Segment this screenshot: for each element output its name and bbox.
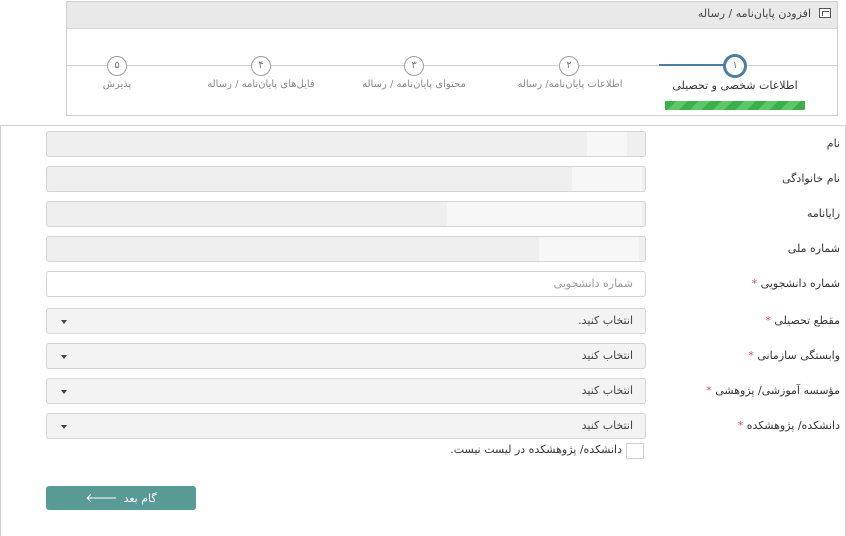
step-label-4[interactable]: فایل‌های پایان‌نامه / رساله <box>207 79 314 90</box>
faculty-label: دانشکده/ پژوهشکده * <box>737 419 840 432</box>
first-name-label: نام <box>826 137 840 150</box>
step-label-3[interactable]: محتوای پایان‌نامه / رساله <box>362 79 466 90</box>
row-first-name: نام <box>0 131 846 157</box>
degree-label: مقطع تحصیلی * <box>765 314 840 327</box>
field-highlight <box>447 202 642 226</box>
step-circle-3[interactable]: ۳ <box>404 56 424 76</box>
last-name-field[interactable] <box>46 166 646 192</box>
window-icon <box>819 8 831 18</box>
student-number-label: شماره دانشجویی * <box>751 277 840 290</box>
required-mark: * <box>765 314 771 327</box>
next-step-button[interactable]: گام بعد 🡐 <box>46 486 196 510</box>
step-circle-5[interactable]: ۵ <box>107 56 127 76</box>
institute-select-value: انتخاب کنید <box>581 384 633 397</box>
student-number-input[interactable]: شماره دانشجویی <box>46 271 646 297</box>
first-name-field[interactable] <box>46 131 646 157</box>
email-field[interactable] <box>46 201 646 227</box>
wizard-title: افزودن پایان‌نامه / رساله <box>697 7 811 20</box>
row-email: رایانامه <box>0 201 846 227</box>
progress-bar <box>665 101 805 110</box>
next-step-label: گام بعد <box>123 492 157 505</box>
faculty-select-value: انتخاب کنید <box>581 419 633 432</box>
faculty-not-listed-checkbox[interactable] <box>626 443 644 459</box>
affiliation-select[interactable]: انتخاب کنید <box>46 343 646 369</box>
required-mark: * <box>748 349 754 362</box>
step-circle-2[interactable]: ۲ <box>559 56 579 76</box>
faculty-not-listed-label[interactable]: دانشکده/ پژوهشکده در لیست نیست. <box>450 443 622 456</box>
row-faculty: انتخاب کنید دانشکده/ پژوهشکده * <box>0 413 846 439</box>
chevron-down-icon <box>61 425 67 429</box>
email-label: رایانامه <box>807 207 840 220</box>
field-highlight <box>539 237 639 261</box>
required-mark: * <box>706 384 712 397</box>
chevron-down-icon <box>61 390 67 394</box>
row-student-number: شماره دانشجویی شماره دانشجویی * <box>0 271 846 297</box>
step-circle-4[interactable]: ۴ <box>251 56 271 76</box>
degree-select-value: انتخاب کنید. <box>578 314 633 327</box>
step-label-5[interactable]: پذیرش <box>103 79 132 90</box>
required-mark: * <box>737 419 744 432</box>
degree-select[interactable]: انتخاب کنید. <box>46 308 646 334</box>
arrow-left-icon: 🡐 <box>85 491 118 505</box>
last-name-label: نام خانوادگی <box>782 172 840 185</box>
wizard-header: افزودن پایان‌نامه / رساله <box>67 2 837 29</box>
student-number-placeholder: شماره دانشجویی <box>553 277 633 290</box>
field-highlight <box>587 132 627 156</box>
required-mark: * <box>751 277 758 290</box>
step-label-1[interactable]: اطلاعات شخصی و تحصیلی <box>672 79 797 92</box>
row-last-name: نام خانوادگی <box>0 166 846 192</box>
row-degree: انتخاب کنید. مقطع تحصیلی * <box>0 308 846 334</box>
affiliation-label: وابستگی سازمانی * <box>748 349 840 362</box>
wizard-panel: افزودن پایان‌نامه / رساله ۱ ۲ ۳ ۴ ۵ اطلا… <box>66 1 838 116</box>
step-circle-1[interactable]: ۱ <box>723 54 747 78</box>
chevron-down-icon <box>61 320 67 324</box>
field-highlight <box>572 167 642 191</box>
institute-select[interactable]: انتخاب کنید <box>46 378 646 404</box>
chevron-down-icon <box>61 355 67 359</box>
row-national-id: شماره ملی <box>0 236 846 262</box>
row-affiliation: انتخاب کنید وابستگی سازمانی * <box>0 343 846 369</box>
institute-label: مؤسسه آموزشی/ پژوهشی * <box>706 384 840 397</box>
faculty-select[interactable]: انتخاب کنید <box>46 413 646 439</box>
affiliation-select-value: انتخاب کنید <box>581 349 633 362</box>
row-institute: انتخاب کنید مؤسسه آموزشی/ پژوهشی * <box>0 378 846 404</box>
national-id-field[interactable] <box>46 236 646 262</box>
step-label-2[interactable]: اطلاعات پایان‌نامه/ رساله <box>517 79 622 90</box>
national-id-label: شماره ملی <box>787 242 840 255</box>
